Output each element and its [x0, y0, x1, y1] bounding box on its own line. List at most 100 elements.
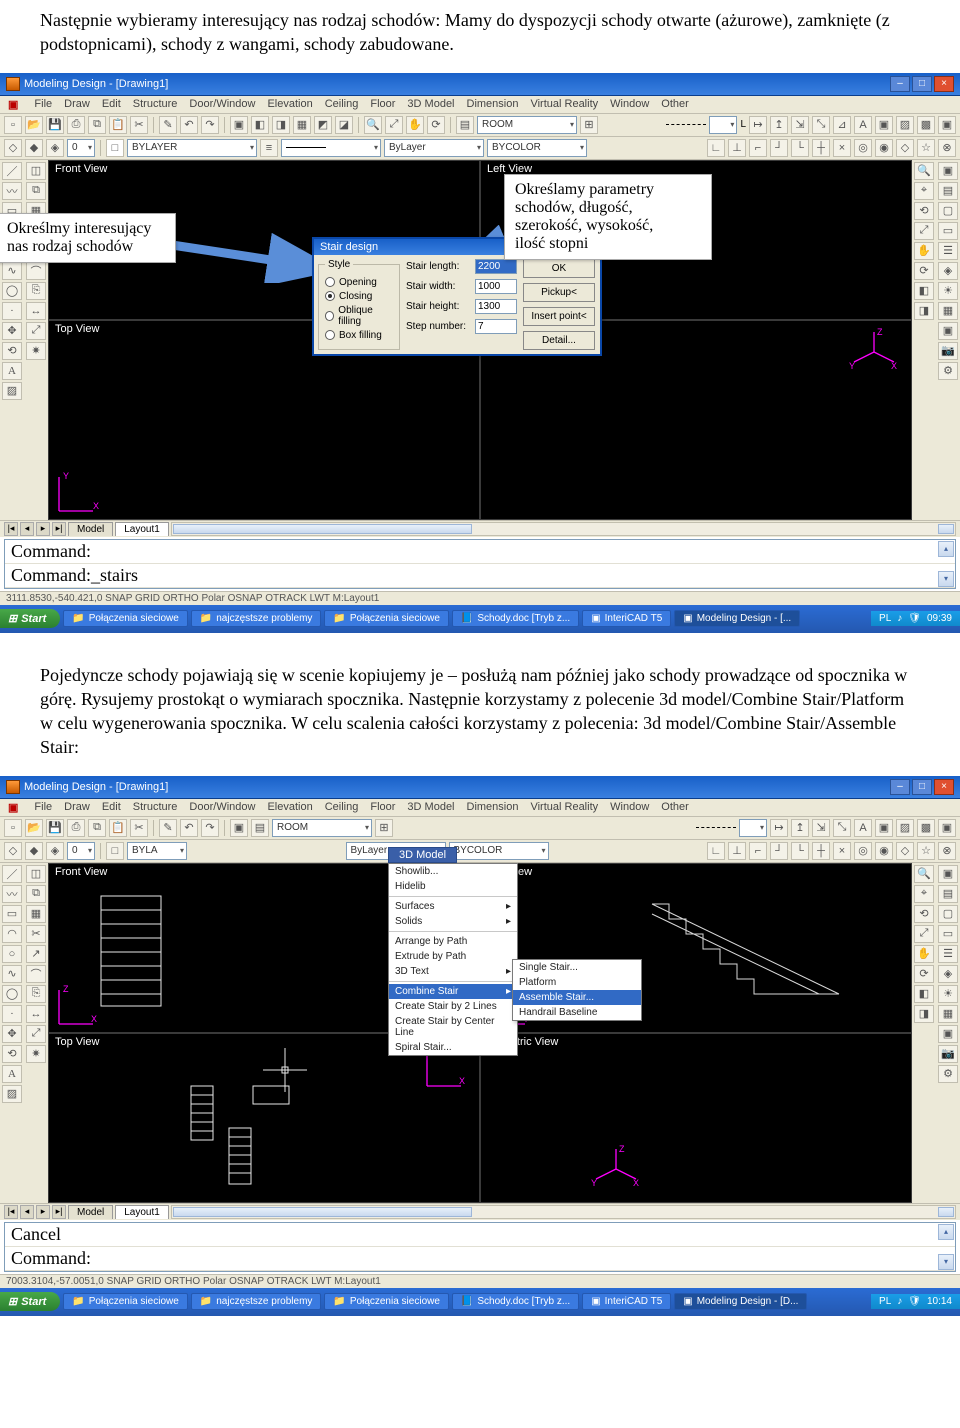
command-scroll-down-icon[interactable]: ▾ — [938, 1254, 954, 1270]
submenu-item-assemble[interactable]: Assemble Stair... — [513, 990, 641, 1005]
orbit-icon[interactable]: ⟳ — [914, 262, 934, 280]
command-line[interactable]: Cancel Command: ▴ ▾ — [4, 1222, 956, 1272]
insert-point-button[interactable]: Insert point< — [523, 307, 595, 326]
detail-button[interactable]: Detail... — [523, 331, 595, 350]
menu-floor[interactable]: Floor — [370, 98, 395, 111]
pickup-button[interactable]: Pickup< — [523, 283, 595, 302]
width-input[interactable] — [475, 279, 517, 294]
layer-select[interactable]: BYLA — [127, 842, 187, 860]
taskbar-item[interactable]: 📁najczęstsze problemy — [191, 1293, 322, 1310]
bylayer-select[interactable]: ByLayer — [384, 139, 484, 157]
point-icon[interactable]: · — [2, 1005, 22, 1023]
tab-nav-last-icon[interactable]: ▸| — [52, 522, 66, 536]
menu-item[interactable]: 3D Text▸ — [389, 964, 517, 979]
extend-icon[interactable]: ↗ — [26, 945, 46, 963]
stretch-icon[interactable]: ↔ — [26, 1005, 46, 1023]
snap-icon[interactable]: ┼ — [812, 139, 830, 157]
menu-window[interactable]: Window — [610, 98, 649, 111]
menu-ceiling[interactable]: Ceiling — [325, 98, 359, 111]
tab-nav-prev-icon[interactable]: ◂ — [20, 1205, 34, 1219]
layer-icon[interactable]: ▤ — [251, 819, 269, 837]
snap-icon[interactable]: ∟ — [707, 842, 725, 860]
render-icon[interactable]: ▣ — [938, 819, 956, 837]
taskbar-item[interactable]: 📁najczęstsze problemy — [191, 610, 322, 627]
tool-icon[interactable]: ◆ — [25, 842, 43, 860]
render-icon[interactable]: ▣ — [938, 1025, 958, 1043]
submenu-item[interactable]: Handrail Baseline — [513, 1005, 641, 1020]
cut-icon[interactable]: ✂ — [130, 116, 148, 134]
object-icon[interactable]: ▣ — [938, 162, 958, 180]
redo-icon[interactable]: ↷ — [201, 116, 219, 134]
mirror-icon[interactable]: ◫ — [26, 162, 46, 180]
material-icon[interactable]: ▦ — [938, 302, 958, 320]
tab-nav-last-icon[interactable]: ▸| — [52, 1205, 66, 1219]
view-icon[interactable]: ▨ — [896, 819, 914, 837]
tool-icon[interactable]: ◪ — [335, 116, 353, 134]
tool-icon[interactable]: ▣ — [230, 819, 248, 837]
step-input[interactable] — [475, 319, 517, 334]
rotate-icon[interactable]: ⟲ — [2, 1045, 22, 1063]
tool-icon[interactable]: ◆ — [25, 139, 43, 157]
snap-icon[interactable]: ⊥ — [728, 139, 746, 157]
command-line[interactable]: Command: Command:_stairs ▴ ▾ — [4, 539, 956, 589]
render-icon[interactable]: ▣ — [938, 322, 958, 340]
dim-icon[interactable]: ↦ — [770, 819, 788, 837]
dim-icon[interactable]: ↥ — [770, 116, 788, 134]
save-icon[interactable]: 💾 — [46, 819, 64, 837]
menu-3dmodel-dropdown[interactable]: 3D Model Showlib... Hidelib Surfaces▸ So… — [388, 863, 518, 1056]
menu-vr[interactable]: Virtual Reality — [530, 98, 598, 111]
arc-icon[interactable]: ◠ — [2, 925, 22, 943]
window-icon[interactable]: ▭ — [938, 222, 958, 240]
copy-icon[interactable]: ⧉ — [88, 819, 106, 837]
radio-oblique[interactable]: Oblique filling — [325, 305, 393, 327]
menu-elevation[interactable]: Elevation — [267, 801, 312, 814]
submenu-combine-stair[interactable]: Single Stair... Platform Assemble Stair.… — [512, 959, 642, 1021]
minimize-button[interactable]: – — [890, 779, 910, 795]
copy-icon[interactable]: ⎘ — [26, 985, 46, 1003]
dim-icon[interactable]: ⇲ — [812, 819, 830, 837]
save-icon[interactable]: 💾 — [46, 116, 64, 134]
lineweight-select[interactable] — [739, 819, 767, 837]
lineweight-select[interactable] — [709, 116, 737, 134]
zoom-window-icon[interactable]: ⌖ — [914, 885, 934, 903]
new-icon[interactable]: ▫ — [4, 819, 22, 837]
array-icon[interactable]: ▦ — [26, 905, 46, 923]
view-icon[interactable]: ◨ — [914, 1005, 934, 1023]
print-icon[interactable]: ⎙ — [67, 116, 85, 134]
snap-icon[interactable]: ⌐ — [749, 842, 767, 860]
tool-icon[interactable]: ▦ — [293, 116, 311, 134]
taskbar-item[interactable]: 📁Połączenia sieciowe — [324, 1293, 449, 1310]
menu-item[interactable]: Solids▸ — [389, 914, 517, 929]
taskbar-item[interactable]: ▣InteriCAD T5 — [582, 1293, 671, 1310]
menu-item[interactable]: Spiral Stair... — [389, 1040, 517, 1055]
num-select[interactable]: 0 — [67, 139, 95, 157]
cut-icon[interactable]: ✂ — [130, 819, 148, 837]
offset-icon[interactable]: ⧉ — [26, 182, 46, 200]
menu-item[interactable]: Showlib... — [389, 864, 517, 879]
start-button[interactable]: ⊞Start — [0, 609, 60, 628]
brush-icon[interactable]: ✎ — [159, 116, 177, 134]
start-button[interactable]: ⊞Start — [0, 1292, 60, 1311]
layout-scrollbar[interactable] — [171, 1205, 956, 1219]
snap-icon[interactable]: ⊗ — [938, 139, 956, 157]
snap-icon[interactable]: └ — [791, 139, 809, 157]
new-icon[interactable]: ▫ — [4, 116, 22, 134]
menu-item-combine-stair[interactable]: Combine Stair▸ — [389, 984, 517, 999]
menu-dimension[interactable]: Dimension — [467, 98, 519, 111]
zoom-all-icon[interactable]: ⤢ — [914, 925, 934, 943]
num-select[interactable]: 0 — [67, 842, 95, 860]
menu-dimension[interactable]: Dimension — [467, 801, 519, 814]
layer-icon[interactable]: ▤ — [456, 116, 474, 134]
snap-icon[interactable]: × — [833, 842, 851, 860]
tab-nav-first-icon[interactable]: |◂ — [4, 522, 18, 536]
snap-icon[interactable]: ◇ — [896, 842, 914, 860]
view-icon[interactable]: ▩ — [917, 819, 935, 837]
open-icon[interactable]: 📂 — [25, 116, 43, 134]
print-icon[interactable]: ⎙ — [67, 819, 85, 837]
color-swatch[interactable]: □ — [106, 139, 124, 157]
model-icon[interactable]: ◈ — [938, 965, 958, 983]
menu-edit[interactable]: Edit — [102, 98, 121, 111]
copy-icon[interactable]: ⧉ — [88, 116, 106, 134]
snap-icon[interactable]: ⊥ — [728, 842, 746, 860]
pan-icon[interactable]: ✋ — [914, 945, 934, 963]
